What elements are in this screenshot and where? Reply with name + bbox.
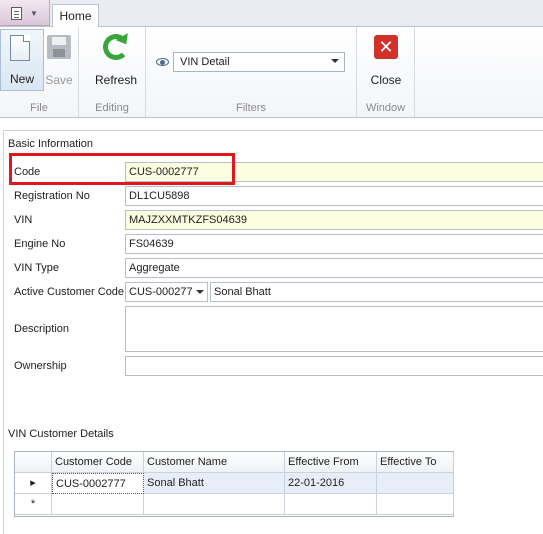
vin-customer-details-title: VIN Customer Details bbox=[8, 428, 114, 440]
engine-label: Engine No bbox=[14, 238, 66, 250]
new-row-indicator[interactable]: * bbox=[15, 494, 52, 515]
new-row-cell[interactable] bbox=[144, 494, 285, 515]
description-field[interactable] bbox=[125, 306, 543, 352]
save-button[interactable]: Save bbox=[37, 29, 81, 91]
ownership-label: Ownership bbox=[14, 360, 67, 372]
eye-icon bbox=[156, 58, 169, 66]
refresh-button[interactable]: Refresh bbox=[90, 29, 142, 91]
table-cell[interactable]: 22-01-2016 bbox=[285, 473, 377, 494]
filters-group: VIN Detail Filters bbox=[146, 27, 357, 117]
table-cell[interactable] bbox=[377, 473, 454, 494]
new-row-cell[interactable] bbox=[285, 494, 377, 515]
vin-field[interactable]: MAJZXXMTKZFS04639 bbox=[125, 210, 543, 230]
table-cell[interactable]: Sonal Bhatt bbox=[144, 473, 285, 494]
column-header[interactable]: Customer Code bbox=[52, 452, 144, 473]
column-header[interactable]: Customer Name bbox=[144, 452, 285, 473]
refresh-button-label: Refresh bbox=[94, 73, 138, 87]
save-button-label: Save bbox=[45, 73, 73, 87]
save-disk-icon bbox=[47, 35, 71, 59]
close-x-icon: ✕ bbox=[374, 35, 398, 59]
new-row-cell[interactable] bbox=[377, 494, 454, 515]
filters-group-label: Filters bbox=[236, 102, 266, 114]
active-customer-code-value: CUS-000277 bbox=[129, 286, 193, 298]
highlight-box bbox=[9, 153, 235, 185]
close-button-label: Close bbox=[370, 73, 402, 87]
dropdown-arrow-icon[interactable] bbox=[196, 290, 204, 294]
close-button[interactable]: ✕ Close bbox=[362, 29, 410, 91]
app-menu-button[interactable]: ▼ bbox=[0, 0, 50, 26]
editing-group-label: Editing bbox=[95, 102, 129, 114]
registration-field[interactable]: DL1CU5898 bbox=[125, 186, 543, 206]
column-header[interactable]: Effective From bbox=[285, 452, 377, 473]
description-label: Description bbox=[14, 323, 70, 335]
file-group-label: File bbox=[30, 102, 48, 114]
engine-field[interactable]: FS04639 bbox=[125, 234, 543, 254]
tab-home[interactable]: Home bbox=[52, 4, 99, 28]
active-customer-label: Active Customer Code bbox=[14, 286, 125, 298]
window-group-label: Window bbox=[365, 102, 406, 114]
active-customer-name-field[interactable]: Sonal Bhatt bbox=[210, 282, 543, 302]
ownership-field[interactable] bbox=[125, 356, 543, 376]
table-cell[interactable]: CUS-0002777 bbox=[52, 473, 144, 494]
registration-label: Registration No bbox=[14, 190, 90, 202]
app-menu-icon bbox=[11, 7, 22, 20]
ribbon: New Save File Refresh Editing VIN Detail… bbox=[0, 27, 543, 118]
dropdown-arrow-icon bbox=[331, 59, 339, 63]
filter-select-value: VIN Detail bbox=[180, 56, 230, 68]
chevron-down-icon: ▼ bbox=[30, 9, 38, 18]
column-header[interactable]: Effective To bbox=[377, 452, 454, 473]
active-customer-code-combo[interactable]: CUS-000277 bbox=[125, 282, 208, 302]
new-document-icon bbox=[10, 35, 30, 61]
new-row-cell[interactable] bbox=[52, 494, 144, 515]
editing-group: Refresh Editing bbox=[79, 27, 146, 117]
filter-select[interactable]: VIN Detail bbox=[173, 52, 345, 72]
vin-customer-grid: Customer Code Customer Name Effective Fr… bbox=[14, 451, 454, 517]
basic-info-title: Basic Information bbox=[8, 138, 93, 150]
ribbon-tab-bar: ▼ Home bbox=[0, 0, 543, 28]
vin-type-label: VIN Type bbox=[14, 262, 60, 274]
refresh-icon bbox=[103, 34, 129, 60]
window-group: ✕ Close Window bbox=[357, 27, 415, 117]
row-indicator[interactable]: ▸ bbox=[15, 473, 52, 494]
file-group: New Save File bbox=[0, 27, 79, 117]
vin-label: VIN bbox=[14, 214, 33, 226]
vin-type-field[interactable]: Aggregate bbox=[125, 258, 543, 278]
grid-corner bbox=[15, 452, 52, 473]
